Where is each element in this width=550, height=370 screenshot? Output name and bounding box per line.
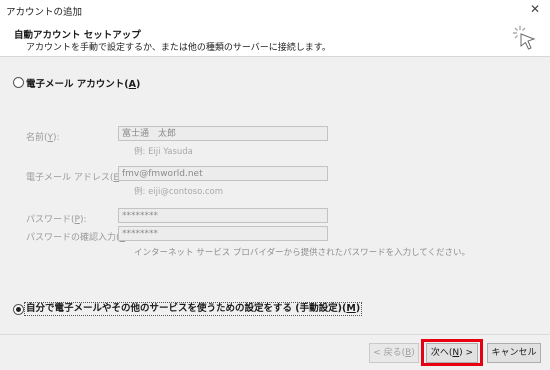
email-hint: 例: eiji@contoso.com (134, 187, 224, 197)
header-subtitle: アカウントを手動で設定するか、または他の種類のサーバーに接続します。 (26, 43, 331, 53)
cursor-sparkle-icon (513, 26, 536, 50)
password-confirm-field[interactable]: ******** (118, 226, 328, 241)
name-label: 名前(Y): (26, 133, 60, 143)
password-hint: インターネット サービス プロバイダーから提供されたパスワードを入力してください… (134, 248, 471, 258)
email-account-label[interactable]: 電子メール アカウント(A) (26, 76, 140, 90)
password-field[interactable]: ******** (118, 208, 328, 223)
manual-setup-radio[interactable] (13, 304, 24, 315)
title-bar: アカウントの追加 ✕ (0, 0, 550, 20)
wizard-header: 自動アカウント セットアップ アカウントを手動で設定するか、または他の種類のサー… (0, 20, 550, 56)
name-hint: 例: Eiji Yasuda (134, 147, 193, 157)
cancel-button[interactable]: キャンセル (487, 343, 541, 363)
email-field[interactable]: fmv@fmworld.net (118, 166, 328, 181)
password-confirm-label: パスワードの確認入力(T): (26, 233, 132, 243)
manual-setup-label[interactable]: 自分で電子メールやその他のサービスを使うための設定をする (手動設定)(M) (24, 302, 363, 316)
email-label: 電子メール アドレス(E): (26, 173, 126, 183)
email-account-radio[interactable] (13, 77, 24, 88)
next-button[interactable]: 次へ(N) > (426, 343, 478, 363)
close-icon[interactable]: ✕ (530, 2, 540, 16)
name-field[interactable]: 富士通 太郎 (118, 126, 328, 141)
footer-separator (0, 334, 550, 335)
window-title: アカウントの追加 (6, 7, 83, 18)
header-title: 自動アカウント セットアップ (14, 30, 141, 41)
back-button[interactable]: < 戻る(B) (369, 343, 419, 363)
password-label: パスワード(P): (26, 215, 87, 225)
